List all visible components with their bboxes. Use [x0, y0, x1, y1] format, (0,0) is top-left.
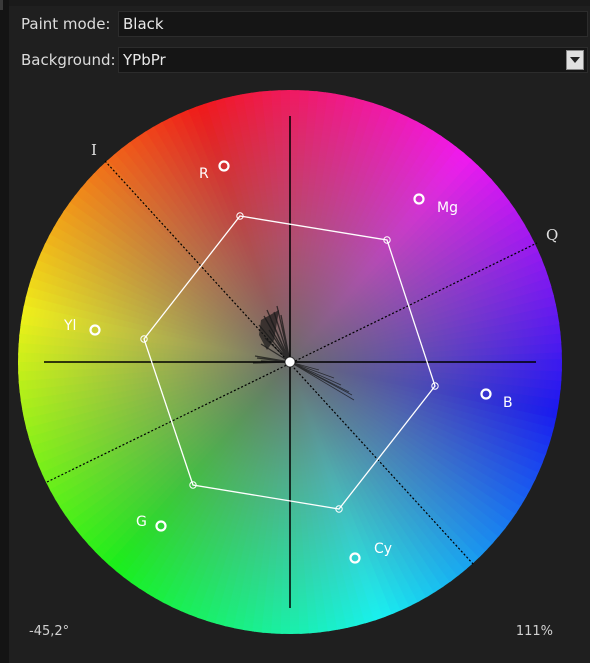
target-r-label: R	[199, 166, 209, 182]
zoom-readout: 111%	[515, 624, 553, 639]
target-mg-label: Mg	[437, 200, 458, 216]
background-select[interactable]: YPbPr	[118, 47, 588, 73]
target-b-label: B	[503, 395, 513, 411]
background-value: YPbPr	[123, 51, 166, 69]
target-cy-label: Cy	[374, 541, 392, 557]
target-g-label: G	[136, 514, 147, 530]
paint-mode-row: Paint mode: Black	[9, 9, 590, 39]
dock-edge-mark	[0, 0, 3, 10]
panel-top-border	[9, 0, 590, 6]
q-axis-label: Q	[546, 226, 558, 244]
vectorscope-canvas: R Mg B Cy G Yl I Q	[18, 90, 562, 634]
paint-mode-select[interactable]: Black	[118, 11, 588, 37]
i-axis-label: I	[91, 141, 97, 159]
paint-mode-value: Black	[123, 15, 164, 33]
vectorscope-display[interactable]: R Mg B Cy G Yl I Q -45,2° 111%	[9, 80, 590, 663]
target-yl-label: Yl	[63, 318, 76, 334]
paint-mode-label: Paint mode:	[21, 15, 111, 33]
background-label: Background:	[21, 51, 116, 69]
vectorscope-panel: Paint mode: Black Background: YPbPr R Mg…	[0, 0, 590, 663]
chevron-down-icon[interactable]	[566, 50, 584, 70]
background-row: Background: YPbPr	[9, 45, 590, 75]
dock-edge	[0, 0, 9, 663]
angle-readout: -45,2°	[29, 624, 70, 639]
